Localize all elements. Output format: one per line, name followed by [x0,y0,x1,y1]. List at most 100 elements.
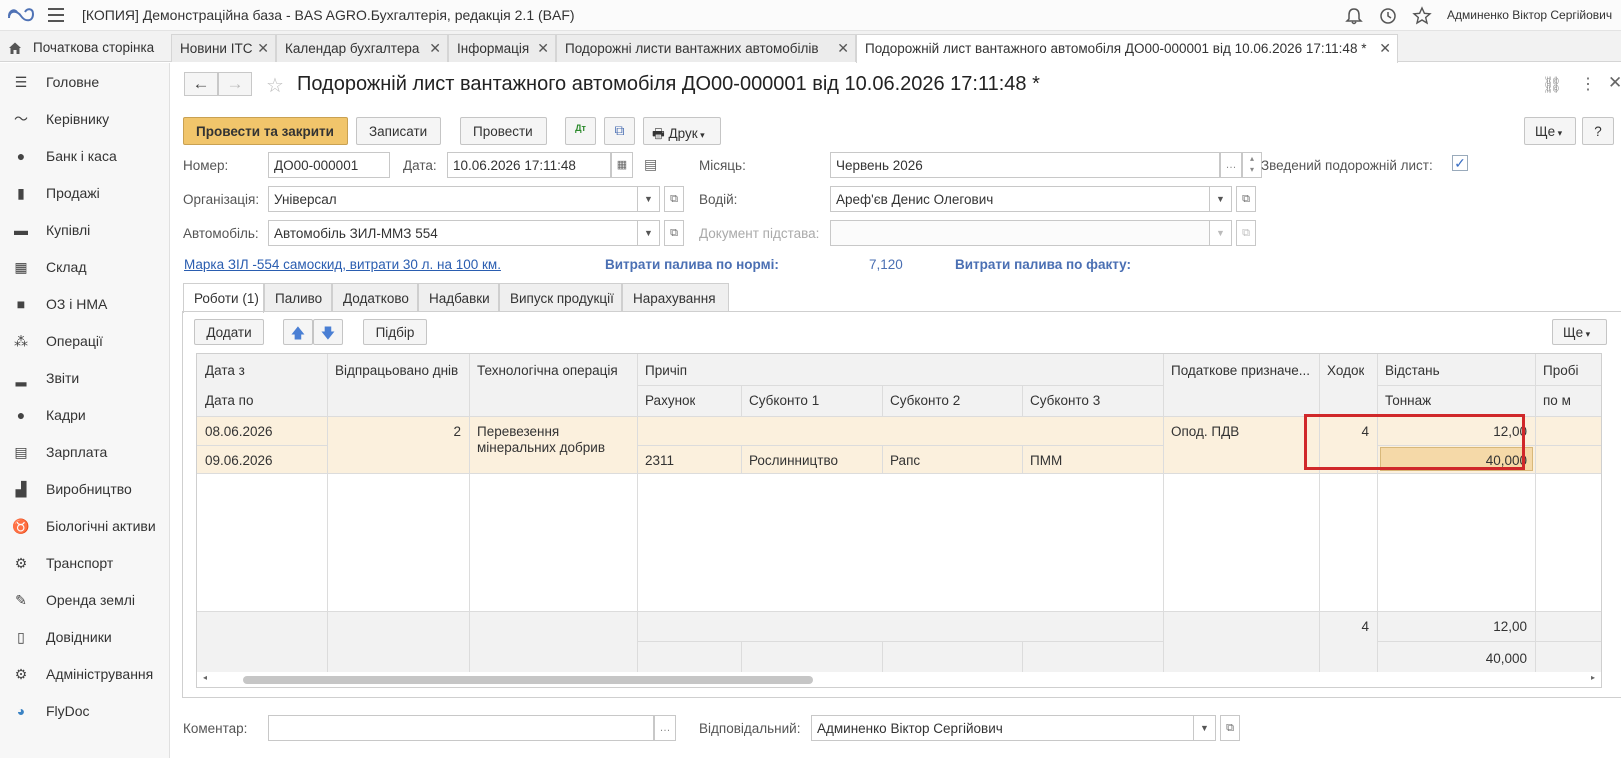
number-field[interactable]: ДО00-000001 [268,152,390,178]
chevron-down-icon[interactable]: ▼ [1210,186,1232,212]
tab-works[interactable]: Роботи (1) [183,283,264,313]
tab-products[interactable]: Випуск продукції [499,283,622,312]
header-tax-purpose[interactable]: Податкове призначе... [1171,363,1316,378]
driver-field[interactable]: Ареф'єв Денис Олегович [830,186,1210,212]
header-trips[interactable]: Ходок [1327,363,1364,378]
close-icon[interactable]: ✕ [537,40,549,57]
more-vertical-icon[interactable]: ⋮ [1580,74,1596,94]
open-icon[interactable]: ⧉ [1236,186,1256,212]
header-operation[interactable]: Технологічна операція [477,363,618,378]
sidebar-item-land-lease[interactable]: ✎ Оренда землі [0,585,170,615]
header-days[interactable]: Відпрацьовано днів [335,363,458,378]
close-icon[interactable]: ✕ [1379,40,1391,57]
summary-waybill-checkbox[interactable]: ✓ [1452,155,1468,171]
header-trailer[interactable]: Причіп [645,363,687,378]
scroll-right-icon[interactable]: ▸ [1591,673,1595,682]
header-mileage-sub[interactable]: по м [1543,393,1571,408]
close-icon[interactable]: ✕ [429,40,441,57]
cell-date-to[interactable]: 09.06.2026 [205,453,273,468]
chevron-down-icon[interactable]: ▼ [1194,715,1216,741]
sidebar-item-warehouse[interactable]: ▦ Склад [0,252,170,282]
tab-additional[interactable]: Додатково [332,283,418,312]
close-icon[interactable]: ✕ [1608,73,1621,93]
comment-field[interactable] [268,715,654,741]
sidebar-item-main[interactable]: ☰ Головне [0,67,170,97]
tab-surcharges[interactable]: Надбавки [418,283,499,312]
cell-subconto-1[interactable]: Рослинництво [749,453,838,468]
sidebar-item-operations[interactable]: ⁂ Операції [0,326,170,356]
sidebar-item-manager[interactable]: 〜 Керівнику [0,104,170,134]
chevron-down-icon[interactable]: ▼ [1210,220,1232,246]
open-icon[interactable]: ⧉ [1236,220,1256,246]
pick-button[interactable]: Підбір [363,319,427,345]
horizontal-scrollbar[interactable]: ◂ ▸ [196,672,1602,688]
history-icon[interactable] [1378,6,1398,26]
basis-document-field[interactable] [830,220,1210,246]
tab-home[interactable]: Початкова сторінка [0,34,168,62]
spinner-icon[interactable]: ▴ ▾ [1242,152,1262,178]
sidebar-item-admin[interactable]: ⚙ Адміністрування [0,659,170,689]
tab-fuel[interactable]: Паливо [264,283,332,312]
sidebar-item-reports[interactable]: ▂ Звіти [0,363,170,393]
scrollbar-thumb[interactable] [243,676,813,684]
sidebar-item-references[interactable]: ▯ Довідники [0,622,170,652]
main-menu-icon[interactable] [48,8,64,22]
sidebar-item-fixed-assets[interactable]: ■ ОЗ і НМА [0,289,170,319]
cell-subconto-2[interactable]: Рапс [890,453,920,468]
close-icon[interactable]: ✕ [837,40,849,57]
dt-kt-icon[interactable]: Дт [565,117,596,145]
sidebar-item-salary[interactable]: ▤ Зарплата [0,437,170,467]
cell-tax-purpose[interactable]: Опод. ПДВ [1171,424,1239,439]
sidebar-item-bio-assets[interactable]: ♉ Біологічні активи [0,511,170,541]
header-subconto-1[interactable]: Субконто 1 [749,393,819,408]
sidebar-item-production[interactable]: ▟ Виробництво [0,474,170,504]
header-subconto-2[interactable]: Субконто 2 [890,393,960,408]
cell-date-from[interactable]: 08.06.2026 [205,424,273,439]
open-icon[interactable]: ⧉ [1220,715,1240,741]
responsible-field[interactable]: Админенко Віктор Сергійович [811,715,1194,741]
user-name[interactable]: Админенко Віктор Сергійович [1447,8,1612,22]
header-date-to[interactable]: Дата по [205,393,253,408]
car-field[interactable]: Автомобіль ЗИЛ-ММЗ 554 [268,220,638,246]
header-account[interactable]: Рахунок [645,393,695,408]
tab-accruals[interactable]: Нарахування [622,283,729,312]
open-icon[interactable]: ⧉ [664,220,684,246]
tab-news[interactable]: Новини ІТС ✕ [171,34,276,62]
table-more-button[interactable]: Ще ▾ [1552,319,1607,345]
structure-icon[interactable]: ⧉ [604,117,635,145]
save-button[interactable]: Записати [356,117,441,145]
more-button[interactable]: Ще ▾ [1524,117,1576,145]
tab-waybill-document[interactable]: Подорожній лист вантажного автомобіля ДО… [856,34,1398,63]
organization-field[interactable]: Універсал [268,186,638,212]
header-mileage[interactable]: Пробі [1543,363,1578,378]
sidebar-item-flydoc[interactable]: ◕ FlyDoc [0,696,170,726]
move-down-icon[interactable]: 🡇 [313,319,343,345]
post-and-close-button[interactable]: Провести та закрити [183,117,348,145]
ellipsis-button[interactable]: … [1220,152,1242,178]
tab-calendar[interactable]: Календар бухгалтера ✕ [276,34,448,62]
back-button[interactable]: ← [184,72,218,96]
chevron-down-icon[interactable]: ▼ [638,186,660,212]
sidebar-item-transport[interactable]: ⚙ Транспорт [0,548,170,578]
sidebar-item-purchases[interactable]: ▬ Купівлі [0,215,170,245]
month-field[interactable]: Червень 2026 [830,152,1220,178]
header-tonnage[interactable]: Тоннаж [1385,393,1431,408]
sidebar-item-sales[interactable]: ▮ Продажі [0,178,170,208]
scroll-left-icon[interactable]: ◂ [203,673,207,682]
add-button[interactable]: Додати [194,319,264,345]
forward-button[interactable]: → [218,72,252,96]
chevron-down-icon[interactable]: ▼ [638,220,660,246]
close-icon[interactable]: ✕ [257,40,269,57]
move-up-icon[interactable]: 🡅 [283,319,313,345]
document-icon[interactable]: ▤ [644,156,657,173]
tab-info[interactable]: Інформація ✕ [448,34,556,62]
calendar-icon[interactable]: ▦ [611,152,633,178]
cell-operation-line2[interactable]: мінеральних добрив [477,440,605,455]
sidebar-item-hr[interactable]: ● Кадри [0,400,170,430]
header-date-from[interactable]: Дата з [205,363,245,378]
post-button[interactable]: Провести [460,117,547,145]
print-button[interactable]: 🖶 Друк ▾ [643,117,721,145]
ellipsis-button[interactable]: … [654,715,676,741]
open-icon[interactable]: ⧉ [664,186,684,212]
favorite-star-icon[interactable]: ☆ [266,73,284,98]
